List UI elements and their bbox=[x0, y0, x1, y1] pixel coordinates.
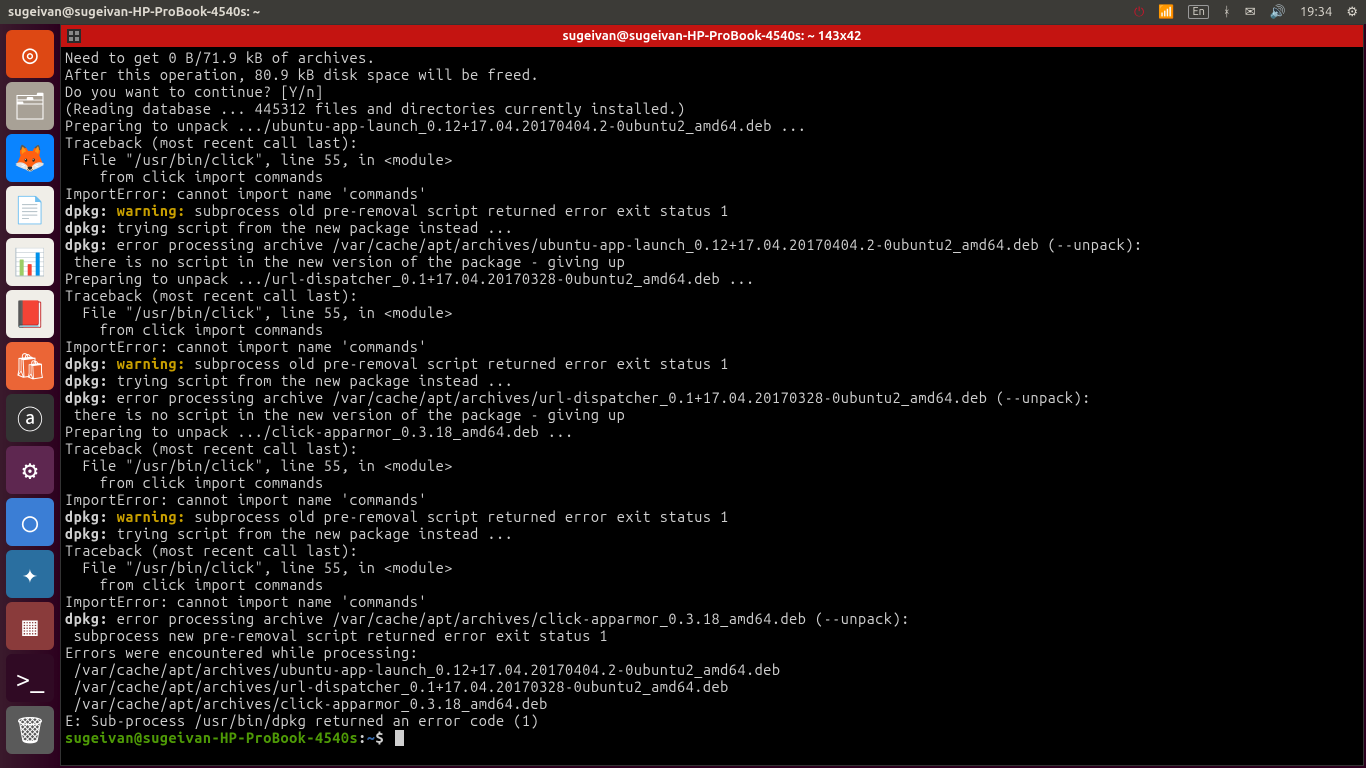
terminal-line: dpkg: trying script from the new package… bbox=[65, 525, 1359, 542]
terminal-window: sugeivan@sugeivan-HP-ProBook-4540s: ~ 14… bbox=[60, 24, 1364, 766]
terminal-line: File "/usr/bin/click", line 55, in <modu… bbox=[65, 304, 1359, 321]
terminal-line: Traceback (most recent call last): bbox=[65, 134, 1359, 151]
terminal-line: ImportError: cannot import name 'command… bbox=[65, 338, 1359, 355]
terminal-line: there is no script in the new version of… bbox=[65, 406, 1359, 423]
terminal-line: subprocess new pre-removal script return… bbox=[65, 627, 1359, 644]
terminal-titlebar[interactable]: sugeivan@sugeivan-HP-ProBook-4540s: ~ 14… bbox=[61, 25, 1363, 47]
terminal-line: Traceback (most recent call last): bbox=[65, 440, 1359, 457]
terminal-line: After this operation, 80.9 kB disk space… bbox=[65, 66, 1359, 83]
indicator-area: ⏻ 📶 En ᚼ ✉ 🔊 19:34 ⚙ bbox=[1134, 5, 1358, 20]
terminal-line: /var/cache/apt/archives/ubuntu-app-launc… bbox=[65, 661, 1359, 678]
launcher-item-files[interactable]: 🗂 bbox=[6, 82, 54, 130]
prompt-user-host: sugeivan@sugeivan-HP-ProBook-4540s bbox=[65, 729, 358, 746]
terminal-prompt-line[interactable]: sugeivan@sugeivan-HP-ProBook-4540s:~$ bbox=[65, 729, 1359, 746]
terminal-line: Do you want to continue? [Y/n] bbox=[65, 83, 1359, 100]
terminal-line: there is no script in the new version of… bbox=[65, 253, 1359, 270]
launcher-item-writer[interactable]: 📄 bbox=[6, 186, 54, 234]
bluetooth-icon[interactable]: ᚼ bbox=[1223, 5, 1231, 19]
terminal-line: Preparing to unpack .../click-apparmor_0… bbox=[65, 423, 1359, 440]
terminal-line: dpkg: error processing archive /var/cach… bbox=[65, 236, 1359, 253]
launcher-item-software[interactable]: 🛍 bbox=[6, 342, 54, 390]
terminal-line: Preparing to unpack .../url-dispatcher_0… bbox=[65, 270, 1359, 287]
terminal-line: File "/usr/bin/click", line 55, in <modu… bbox=[65, 559, 1359, 576]
terminal-line: Traceback (most recent call last): bbox=[65, 542, 1359, 559]
active-window-title: sugeivan@sugeivan-HP-ProBook-4540s: ~ bbox=[8, 5, 260, 19]
session-gear-icon[interactable]: ⚙ bbox=[1346, 5, 1358, 20]
terminal-line: dpkg: trying script from the new package… bbox=[65, 372, 1359, 389]
launcher-item-calc[interactable]: 📊 bbox=[6, 238, 54, 286]
clock[interactable]: 19:34 bbox=[1300, 5, 1333, 19]
unity-launcher: ◎🗂🦊📄📊📕🛍ⓐ⚙◯✦▦>_🗑 bbox=[0, 24, 60, 768]
launcher-item-wallpaper[interactable]: ✦ bbox=[6, 550, 54, 598]
terminal-line: from click import commands bbox=[65, 168, 1359, 185]
terminal-line: Traceback (most recent call last): bbox=[65, 287, 1359, 304]
terminal-line: Errors were encountered while processing… bbox=[65, 644, 1359, 661]
launcher-item-firefox[interactable]: 🦊 bbox=[6, 134, 54, 182]
prompt-separator: : bbox=[358, 729, 367, 746]
launcher-item-terminal[interactable]: >_ bbox=[6, 654, 54, 702]
terminal-line: /var/cache/apt/archives/click-apparmor_0… bbox=[65, 695, 1359, 712]
terminal-line: ImportError: cannot import name 'command… bbox=[65, 491, 1359, 508]
messaging-icon[interactable]: ✉ bbox=[1245, 5, 1256, 20]
terminal-line: dpkg: warning: subprocess old pre-remova… bbox=[65, 508, 1359, 525]
terminal-line: Preparing to unpack .../ubuntu-app-launc… bbox=[65, 117, 1359, 134]
launcher-item-dash[interactable]: ◎ bbox=[6, 30, 54, 78]
network-wifi-icon[interactable]: 📶 bbox=[1158, 5, 1174, 20]
terminal-output[interactable]: Need to get 0 B/71.9 kB of archives.Afte… bbox=[61, 47, 1363, 765]
launcher-item-impress[interactable]: 📕 bbox=[6, 290, 54, 338]
terminal-title-text: sugeivan@sugeivan-HP-ProBook-4540s: ~ 14… bbox=[563, 29, 862, 43]
launcher-item-desktops[interactable]: ▦ bbox=[6, 602, 54, 650]
terminal-line: E: Sub-process /usr/bin/dpkg returned an… bbox=[65, 712, 1359, 729]
launcher-item-chromium[interactable]: ◯ bbox=[6, 498, 54, 546]
terminal-cursor bbox=[395, 730, 404, 746]
terminal-line: dpkg: warning: subprocess old pre-remova… bbox=[65, 355, 1359, 372]
launcher-item-settings[interactable]: ⚙ bbox=[6, 446, 54, 494]
launcher-item-amazon[interactable]: ⓐ bbox=[6, 394, 54, 442]
terminal-line: from click import commands bbox=[65, 474, 1359, 491]
terminal-line: dpkg: trying script from the new package… bbox=[65, 219, 1359, 236]
volume-icon[interactable]: 🔊 bbox=[1270, 5, 1286, 20]
terminal-line: ImportError: cannot import name 'command… bbox=[65, 185, 1359, 202]
terminal-line: (Reading database ... 445312 files and d… bbox=[65, 100, 1359, 117]
shutdown-icon[interactable]: ⏻ bbox=[1134, 5, 1144, 20]
prompt-suffix: $ bbox=[375, 729, 392, 746]
terminal-line: Need to get 0 B/71.9 kB of archives. bbox=[65, 49, 1359, 66]
top-panel: sugeivan@sugeivan-HP-ProBook-4540s: ~ ⏻ … bbox=[0, 0, 1366, 24]
terminal-line: dpkg: error processing archive /var/cach… bbox=[65, 389, 1359, 406]
launcher-item-trash[interactable]: 🗑 bbox=[6, 706, 54, 754]
terminal-line: ImportError: cannot import name 'command… bbox=[65, 593, 1359, 610]
keyboard-lang-indicator[interactable]: En bbox=[1188, 5, 1208, 19]
window-menu-icon[interactable] bbox=[67, 29, 81, 43]
terminal-line: File "/usr/bin/click", line 55, in <modu… bbox=[65, 457, 1359, 474]
terminal-line: from click import commands bbox=[65, 576, 1359, 593]
terminal-line: dpkg: warning: subprocess old pre-remova… bbox=[65, 202, 1359, 219]
terminal-line: File "/usr/bin/click", line 55, in <modu… bbox=[65, 151, 1359, 168]
terminal-line: /var/cache/apt/archives/url-dispatcher_0… bbox=[65, 678, 1359, 695]
terminal-line: from click import commands bbox=[65, 321, 1359, 338]
terminal-line: dpkg: error processing archive /var/cach… bbox=[65, 610, 1359, 627]
